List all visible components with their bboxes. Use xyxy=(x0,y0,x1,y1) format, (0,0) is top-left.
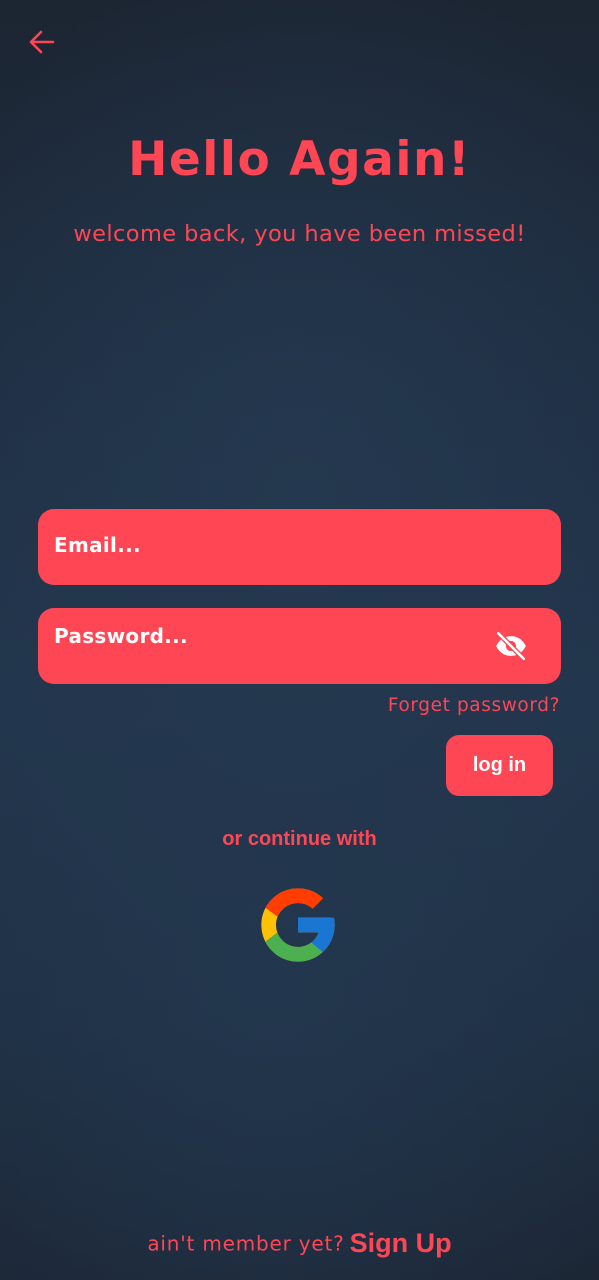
google-logo-icon xyxy=(261,888,335,962)
sign-up-link[interactable]: Sign Up xyxy=(350,1228,452,1258)
login-button[interactable]: log in xyxy=(446,735,553,796)
back-button[interactable] xyxy=(26,26,58,58)
signup-prompt: ain't member yet? Sign Up xyxy=(0,1228,599,1259)
signup-prompt-text: ain't member yet? xyxy=(147,1231,345,1256)
arrow-left-icon xyxy=(29,30,55,54)
email-input[interactable] xyxy=(54,529,474,561)
continue-with-label: or continue with xyxy=(222,828,377,850)
password-visibility-toggle[interactable] xyxy=(493,628,529,664)
password-input[interactable] xyxy=(54,620,474,652)
eye-off-icon xyxy=(495,630,527,662)
google-sign-in-button[interactable] xyxy=(254,881,342,969)
password-field[interactable] xyxy=(38,608,561,684)
email-field[interactable] xyxy=(38,509,561,585)
page-title: Hello Again! xyxy=(128,132,471,187)
forgot-password-link[interactable]: Forget password? xyxy=(388,695,560,716)
page-subtitle: welcome back, you have been missed! xyxy=(73,221,526,247)
